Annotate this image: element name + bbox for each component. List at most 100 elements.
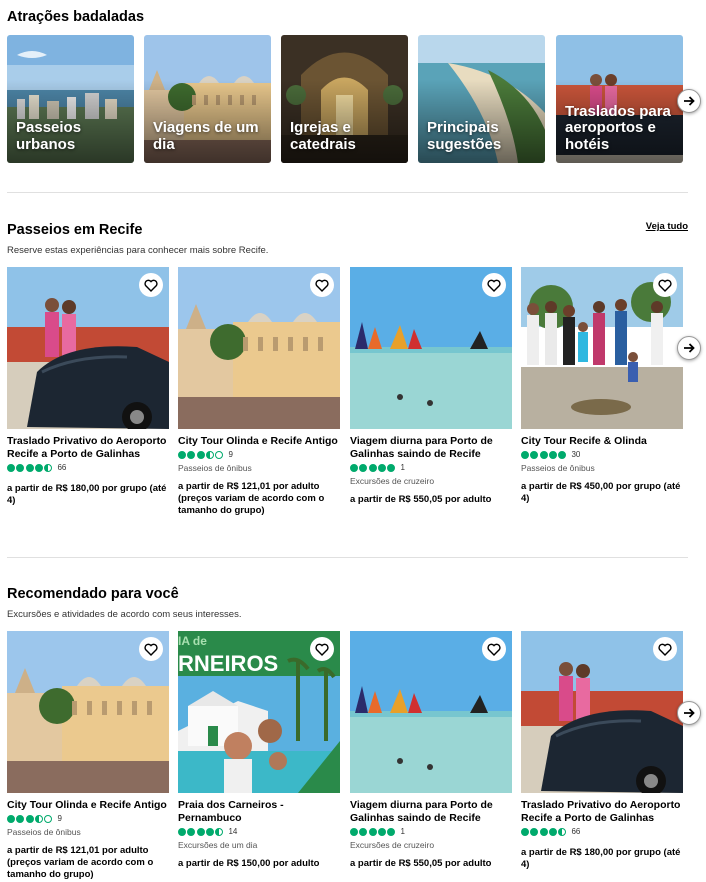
product-photo[interactable] <box>521 631 683 793</box>
product-name[interactable]: Praia dos Carneiros - Pernambuco <box>178 799 340 825</box>
rating-bubble <box>548 450 557 459</box>
rating-bubble <box>44 814 53 823</box>
product-category: Excursões de um dia <box>178 840 258 850</box>
product-category: Passeios de ônibus <box>521 463 595 473</box>
product-name[interactable]: Viagem diurna para Porto de Galinhas sai… <box>350 799 512 825</box>
product-card[interactable]: City Tour Olinda e Recife Antigo 9 Passe… <box>7 631 169 881</box>
rating-bubble <box>368 827 377 836</box>
save-favorite-button[interactable] <box>653 273 677 297</box>
rating-bubble <box>359 827 368 836</box>
attraction-label: Passeios urbanos <box>16 119 82 153</box>
heart-icon <box>487 643 501 656</box>
rating-bubble <box>359 463 368 472</box>
attraction-label: Viagens de um dia <box>153 119 259 153</box>
rating-bubble <box>539 450 548 459</box>
rating-bubble <box>178 450 186 459</box>
product-price: a partir de R$ 550,05 por adulto <box>350 858 492 869</box>
rating-bubble <box>377 827 386 836</box>
rating-bubbles: 30 <box>521 450 683 459</box>
rating-bubbles: 66 <box>7 463 169 472</box>
banner-text-main: RNEIROS <box>178 651 278 676</box>
heart-icon <box>658 279 672 292</box>
product-name[interactable]: City Tour Recife & Olinda <box>521 435 683 448</box>
product-photo[interactable] <box>7 631 169 793</box>
attraction-card-urban-tours[interactable]: Passeios urbanos <box>7 35 134 163</box>
save-favorite-button[interactable] <box>482 273 506 297</box>
attraction-card-top-picks[interactable]: Principais sugestões <box>418 35 545 163</box>
rating-bubble <box>350 463 358 472</box>
review-count: 14 <box>228 827 238 836</box>
rating-bubble <box>16 814 25 823</box>
rating-bubble <box>196 450 205 459</box>
product-card[interactable]: Traslado Privativo do Aeroporto Recife a… <box>7 267 169 507</box>
product-category: Excursões de cruzeiro <box>350 840 435 850</box>
product-card[interactable]: Viagem diurna para Porto de Galinhas sai… <box>350 267 512 506</box>
chevron-right-icon <box>684 343 695 353</box>
product-price: a partir de R$ 121,01 por adulto (preços… <box>7 845 154 880</box>
rating-bubble <box>7 814 15 823</box>
product-photo[interactable] <box>350 631 512 793</box>
attraction-card-transfers[interactable]: Traslados para aeroportos e hotéis <box>556 35 683 163</box>
rating-bubble <box>16 463 25 472</box>
product-name[interactable]: Viagem diurna para Porto de Galinhas sai… <box>350 435 512 461</box>
save-favorite-button[interactable] <box>139 637 163 661</box>
attraction-card-churches[interactable]: Igrejas e catedrais <box>281 35 408 163</box>
product-name[interactable]: Traslado Privativo do Aeroporto Recife a… <box>7 435 169 461</box>
rating-bubble <box>387 463 396 472</box>
section-divider <box>7 192 688 193</box>
product-photo[interactable] <box>7 267 169 429</box>
product-price: a partir de R$ 180,00 por grupo (até 4) <box>7 483 167 506</box>
heart-icon <box>487 279 501 292</box>
rating-bubble <box>44 463 53 472</box>
product-card[interactable]: Viagem diurna para Porto de Galinhas sai… <box>350 631 512 870</box>
product-card[interactable]: IA de RNEIROS Praia dos Carneiros - Pern… <box>178 631 340 870</box>
product-card[interactable]: Traslado Privativo do Aeroporto Recife a… <box>521 631 683 871</box>
product-category: Passeios de ônibus <box>178 463 252 473</box>
rating-bubble <box>387 827 396 836</box>
product-category: Excursões de cruzeiro <box>350 476 435 486</box>
heart-icon <box>315 279 329 292</box>
tours-next-button[interactable] <box>677 336 701 360</box>
section-title-tours: Passeios em Recife <box>7 222 143 238</box>
product-photo[interactable] <box>350 267 512 429</box>
rating-bubble <box>215 450 224 459</box>
rating-bubbles: 66 <box>521 827 683 836</box>
rating-bubble <box>7 463 15 472</box>
attraction-card-day-trips[interactable]: Viagens de um dia <box>144 35 271 163</box>
save-favorite-button[interactable] <box>139 273 163 297</box>
rating-bubble <box>539 827 548 836</box>
rating-bubble <box>205 827 214 836</box>
rating-bubble <box>521 450 529 459</box>
save-favorite-button[interactable] <box>310 273 334 297</box>
banner-text-top: IA de <box>178 634 207 648</box>
rating-bubble <box>34 463 43 472</box>
review-count: 9 <box>57 814 62 823</box>
product-card[interactable]: City Tour Olinda e Recife Antigo 9 Passe… <box>178 267 340 517</box>
section-title-attractions: Atrações badaladas <box>7 9 145 25</box>
product-price: a partir de R$ 450,00 por grupo (até 4) <box>521 481 681 504</box>
save-favorite-button[interactable] <box>310 637 334 661</box>
rating-bubbles: 14 <box>178 827 340 836</box>
rating-bubble <box>377 463 386 472</box>
product-name[interactable]: City Tour Olinda e Recife Antigo <box>7 799 169 812</box>
see-all-link[interactable]: Veja tudo <box>646 221 688 232</box>
product-price: a partir de R$ 550,05 por adulto <box>350 494 492 505</box>
recommended-next-button[interactable] <box>677 701 701 725</box>
product-card[interactable]: City Tour Recife & Olinda 30 Passeios de… <box>521 267 683 505</box>
chevron-right-icon <box>684 96 695 106</box>
rating-bubbles: 9 <box>178 450 340 459</box>
attractions-next-button[interactable] <box>677 89 701 113</box>
save-favorite-button[interactable] <box>482 637 506 661</box>
rating-bubble <box>187 450 196 459</box>
product-photo[interactable]: IA de RNEIROS <box>178 631 340 793</box>
review-count: 1 <box>400 463 405 472</box>
rating-bubble <box>530 827 539 836</box>
product-photo[interactable] <box>521 267 683 429</box>
product-photo[interactable] <box>178 267 340 429</box>
product-name[interactable]: Traslado Privativo do Aeroporto Recife a… <box>521 799 683 825</box>
save-favorite-button[interactable] <box>653 637 677 661</box>
product-price: a partir de R$ 121,01 por adulto (preços… <box>178 481 325 516</box>
product-name[interactable]: City Tour Olinda e Recife Antigo <box>178 435 340 448</box>
heart-icon <box>144 643 158 656</box>
rating-bubble <box>187 827 196 836</box>
